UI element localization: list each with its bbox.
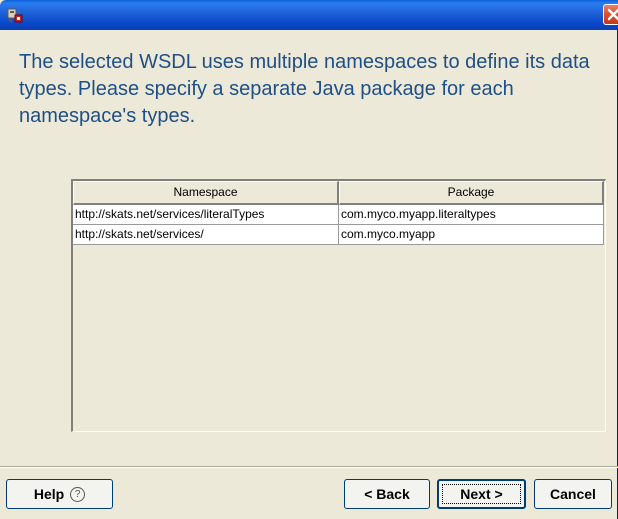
wizard-app-icon [7,8,23,23]
package-cell[interactable]: com.myco.myapp [339,225,604,245]
namespace-cell[interactable]: http://skats.net/services/ [73,225,339,245]
next-button[interactable]: Next > [437,479,526,509]
title-bar[interactable] [0,0,618,30]
focus-outline [442,484,521,504]
column-header-namespace[interactable]: Namespace [73,181,339,205]
column-header-package[interactable]: Package [339,181,604,205]
namespace-cell[interactable]: http://skats.net/services/literalTypes [73,205,339,225]
namespace-package-table: Namespace Package http://skats.net/servi… [71,179,606,432]
help-icon: ? [70,486,86,502]
cancel-button[interactable]: Cancel [534,479,612,509]
table-body: http://skats.net/services/literalTypes c… [73,205,605,245]
button-separator [0,466,618,468]
table-row[interactable]: http://skats.net/services/ com.myco.myap… [73,225,605,245]
package-cell[interactable]: com.myco.myapp.literaltypes [339,205,604,225]
back-button[interactable]: < Back [344,479,430,509]
table-header: Namespace Package [73,181,605,205]
table-row[interactable]: http://skats.net/services/literalTypes c… [73,205,605,225]
instructions-text: The selected WSDL uses multiple namespac… [19,51,590,127]
help-button[interactable]: Help? [6,479,113,509]
wizard-window: The selected WSDL uses multiple namespac… [0,0,618,519]
close-button[interactable] [603,4,618,25]
help-button-label: Help [33,486,65,502]
close-icon [607,8,618,21]
